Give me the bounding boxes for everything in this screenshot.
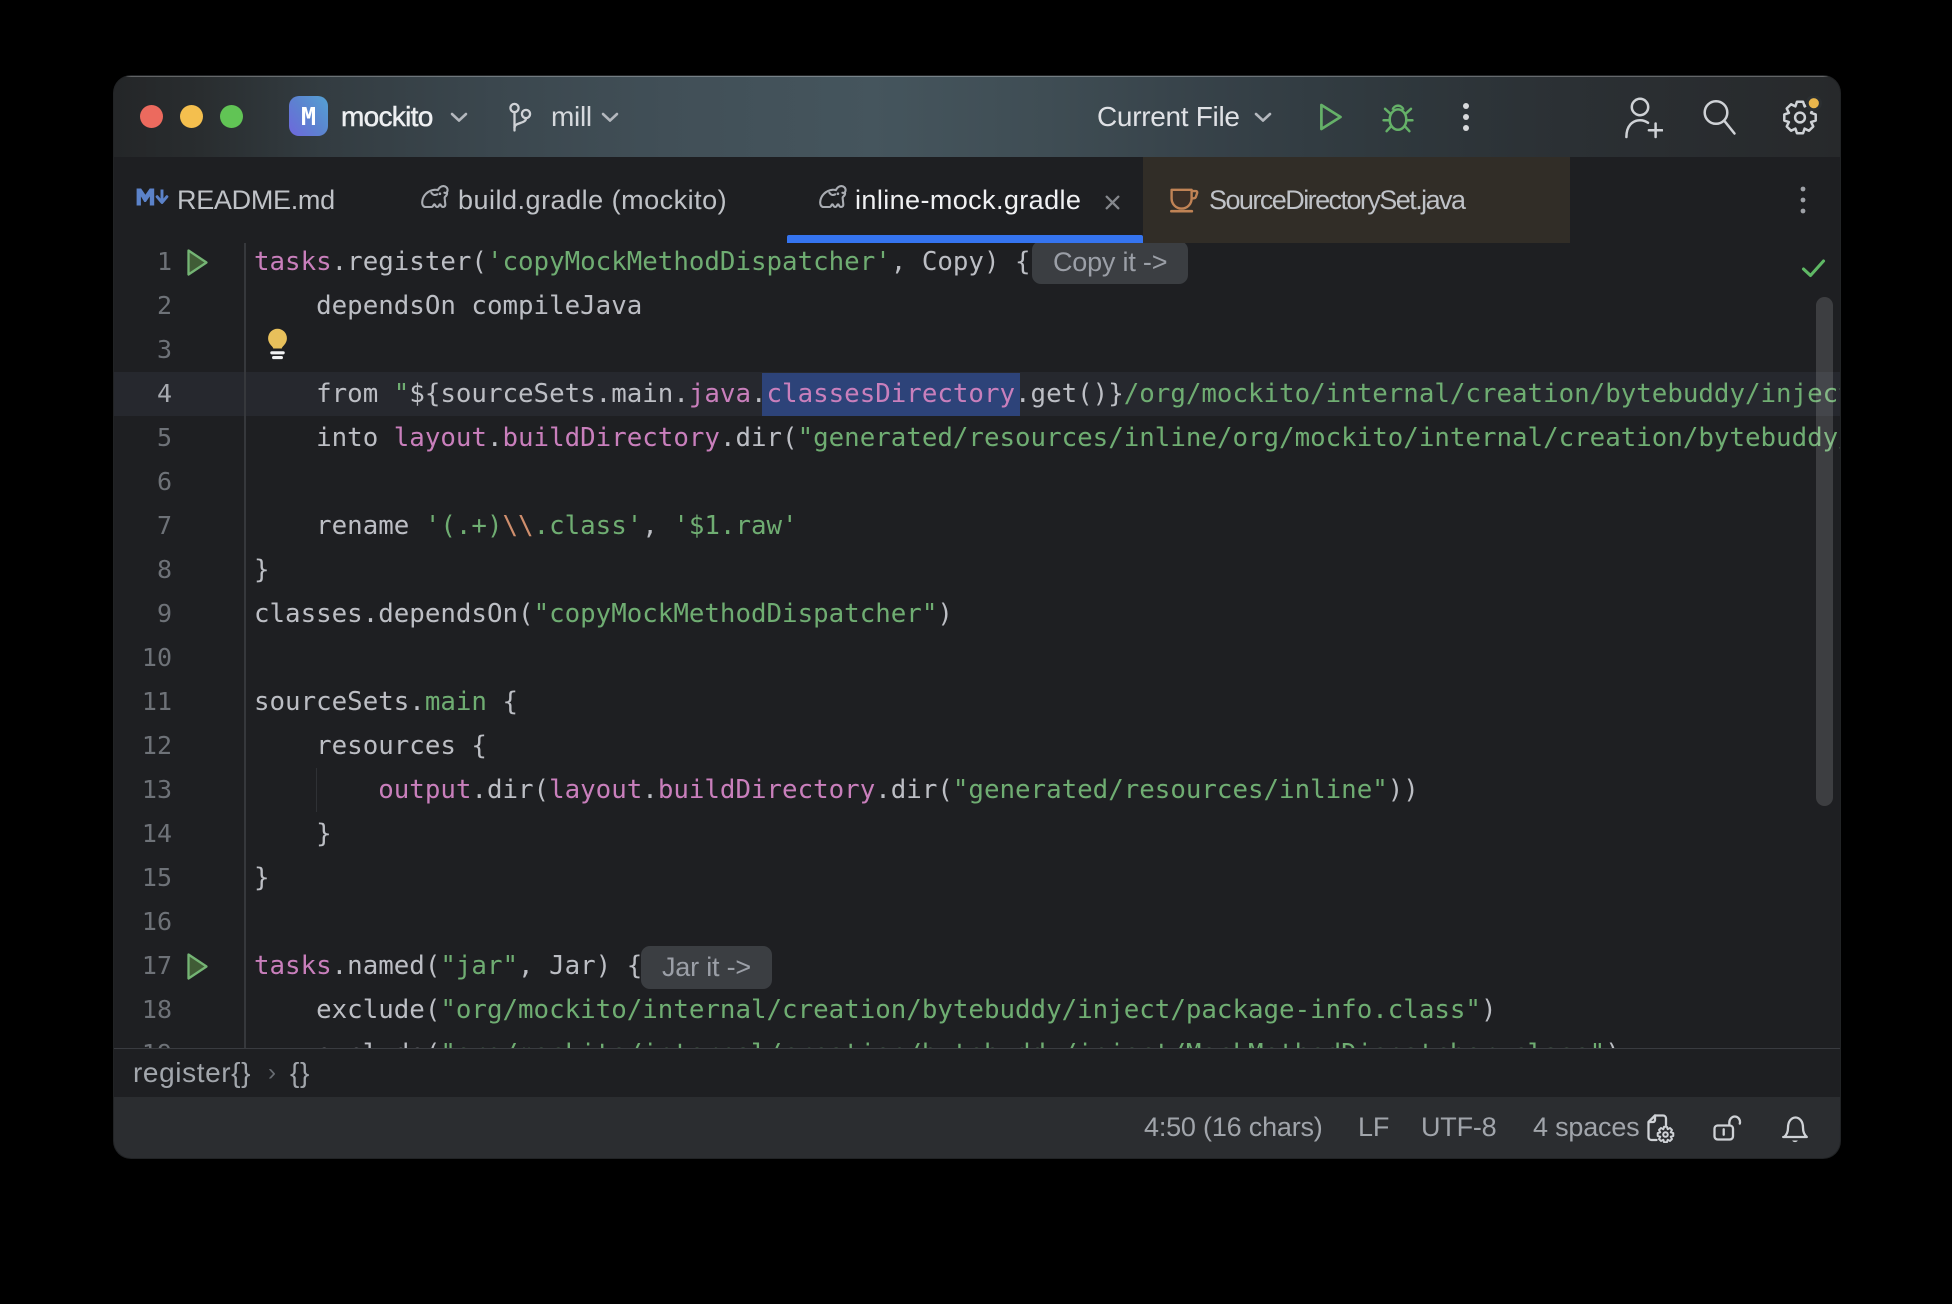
caret-position-widget[interactable]: 4:50 (16 chars) bbox=[1144, 1097, 1323, 1158]
more-options-kebab-icon[interactable] bbox=[1460, 100, 1472, 139]
line-number: 9 bbox=[156, 599, 172, 628]
tab-README.md[interactable]: README.md bbox=[114, 157, 390, 243]
line-number: 12 bbox=[141, 731, 172, 760]
line-separator-widget[interactable]: LF bbox=[1358, 1097, 1389, 1158]
branch-name: mill bbox=[551, 100, 592, 132]
code-line-2: dependsOn compileJava bbox=[253, 291, 642, 321]
project-icon[interactable]: M bbox=[289, 96, 328, 136]
tab-label: SourceDirectorySet.java bbox=[1209, 184, 1466, 215]
code-line-5: into layout.buildDirectory.dir("generate… bbox=[253, 423, 1840, 453]
code-line-4: from "${sourceSets.main.java.classesDire… bbox=[253, 379, 1840, 409]
code-line-8: } bbox=[253, 555, 270, 585]
zoom-window-button[interactable] bbox=[220, 104, 243, 128]
line-number: 3 bbox=[156, 335, 172, 364]
line-number: 11 bbox=[141, 687, 172, 716]
project-selector[interactable]: mockito bbox=[341, 76, 434, 157]
code-line-7: rename '(.+)\\.class', '$1.raw' bbox=[253, 511, 798, 541]
add-user-icon[interactable] bbox=[1623, 97, 1664, 145]
code-line-17: tasks.named("jar", Jar) { bbox=[253, 951, 642, 981]
statusbar: 4:50 (16 chars) LF UTF-8 4 spaces bbox=[114, 1097, 1840, 1158]
settings-badge bbox=[1805, 95, 1822, 112]
tab-label: build.gradle (mockito) bbox=[458, 184, 728, 215]
line-number: 6 bbox=[156, 467, 172, 496]
debug-button[interactable] bbox=[1382, 100, 1414, 138]
search-icon[interactable] bbox=[1702, 99, 1738, 143]
inlay-hint[interactable]: Copy it -> bbox=[1032, 243, 1189, 284]
settings-gear-icon[interactable] bbox=[1780, 95, 1822, 145]
run-config-chevron-down-icon bbox=[1254, 112, 1272, 123]
tab-label: inline-mock.gradle bbox=[855, 184, 1082, 215]
run-line-icon[interactable] bbox=[185, 951, 210, 982]
tab-label: README.md bbox=[177, 184, 335, 215]
intention-bulb-icon[interactable] bbox=[266, 327, 289, 361]
git-branch-icon[interactable] bbox=[508, 102, 533, 138]
branch-chevron-down-icon bbox=[601, 112, 619, 123]
line-number: 16 bbox=[141, 907, 172, 936]
java-class-icon bbox=[1170, 188, 1199, 213]
code-line-1: tasks.register('copyMockMethodDispatcher… bbox=[253, 247, 1031, 277]
close-window-button[interactable] bbox=[140, 104, 163, 128]
line-number: 2 bbox=[156, 291, 172, 320]
active-tab-underline bbox=[787, 235, 1143, 243]
close-icon[interactable] bbox=[1104, 194, 1121, 211]
project-chevron-down-icon bbox=[450, 112, 468, 123]
tab-close-button[interactable] bbox=[1104, 194, 1121, 216]
gutter-border bbox=[244, 243, 246, 1048]
indentation-widget[interactable]: 4 spaces bbox=[1533, 1097, 1640, 1158]
encoding-widget[interactable]: UTF-8 bbox=[1421, 1097, 1497, 1158]
line-number: 10 bbox=[141, 643, 172, 672]
code-line-14: } bbox=[253, 819, 332, 849]
run-gutter-icon[interactable] bbox=[185, 243, 210, 284]
run-configuration-label: Current File bbox=[1097, 100, 1240, 132]
run-line-icon[interactable] bbox=[185, 247, 210, 278]
run-configuration-selector[interactable]: Current File bbox=[1097, 76, 1240, 157]
project-icon-letter: M bbox=[300, 101, 317, 131]
line-number: 8 bbox=[156, 555, 172, 584]
line-number: 4 bbox=[156, 379, 172, 408]
line-number: 7 bbox=[156, 511, 172, 540]
editor-scrollbar[interactable] bbox=[1816, 297, 1833, 806]
tab-build.gradle (mockito)[interactable]: build.gradle (mockito) bbox=[390, 157, 787, 243]
inlay-hint[interactable]: Jar it -> bbox=[641, 946, 772, 989]
line-number: 18 bbox=[141, 995, 172, 1024]
code-line-15: } bbox=[253, 863, 270, 893]
tab-inline-mock.gradle[interactable]: inline-mock.gradle bbox=[787, 157, 1143, 243]
titlebar: M mockito mill Current File bbox=[114, 76, 1840, 157]
breadcrumbs: register{} › {} bbox=[114, 1048, 1840, 1097]
line-number: 13 bbox=[141, 775, 172, 804]
notifications-bell-icon[interactable] bbox=[1780, 1113, 1810, 1149]
project-name: mockito bbox=[341, 100, 434, 132]
intention-bulb[interactable] bbox=[266, 327, 289, 368]
breadcrumb-separator: › bbox=[268, 1059, 277, 1086]
editor[interactable]: 12345678910111213141516171819 tasks.regi… bbox=[114, 243, 1840, 1048]
minimize-window-button[interactable] bbox=[180, 104, 203, 128]
branch-selector[interactable]: mill bbox=[551, 76, 592, 157]
tabbar-more-kebab-icon[interactable] bbox=[1790, 157, 1816, 243]
tab-SourceDirectorySet.java[interactable]: SourceDirectorySet.java bbox=[1143, 157, 1570, 243]
lock-unlocked-icon[interactable] bbox=[1712, 1114, 1742, 1148]
gradle-icon bbox=[819, 185, 847, 209]
code-line-13: output.dir(layout.buildDirectory.dir("ge… bbox=[377, 775, 1419, 805]
code-line-12: resources { bbox=[253, 731, 487, 761]
code-line-18: exclude("org/mockito/internal/creation/b… bbox=[253, 995, 1496, 1025]
file-settings-icon[interactable] bbox=[1644, 1113, 1675, 1148]
inspections-ok-icon[interactable] bbox=[1801, 256, 1826, 286]
code-line-19: exclude("org/mockito/internal/creation/b… bbox=[254, 1032, 1621, 1048]
line-number: 5 bbox=[156, 423, 172, 452]
run-gutter-icon[interactable] bbox=[185, 944, 210, 988]
line-number: 19 bbox=[114, 1032, 172, 1048]
breadcrumb-item[interactable]: register{} bbox=[133, 1057, 251, 1089]
gradle-icon bbox=[421, 185, 449, 209]
editor-tabbar: README.md build.gradle (mockito) inline-mo… bbox=[114, 157, 1840, 243]
breadcrumb-item[interactable]: {} bbox=[290, 1057, 310, 1089]
line-number: 1 bbox=[156, 247, 172, 276]
line-number: 15 bbox=[141, 863, 172, 892]
ide-window: M mockito mill Current File README.md bu… bbox=[114, 76, 1840, 1158]
code-line-9: classes.dependsOn("copyMockMethodDispatc… bbox=[253, 599, 953, 629]
run-button[interactable] bbox=[1318, 101, 1344, 138]
line-number: 17 bbox=[141, 951, 172, 980]
line-number: 14 bbox=[141, 819, 172, 848]
code-line-11: sourceSets.main { bbox=[253, 687, 518, 717]
markdown-icon bbox=[136, 188, 169, 206]
